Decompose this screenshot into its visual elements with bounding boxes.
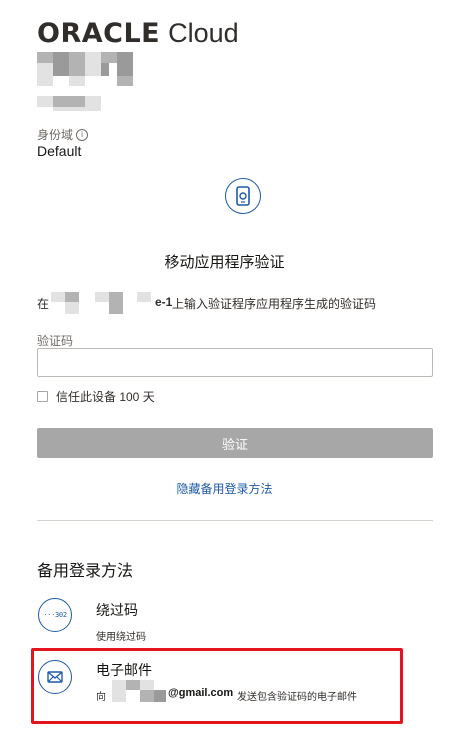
trust-device-checkbox[interactable]	[37, 391, 48, 402]
oracle-cloud-logo: ORACLE Cloud	[37, 18, 239, 52]
identity-domain-value: Default	[37, 143, 82, 159]
trust-device-row[interactable]: 信任此设备 100 天	[37, 388, 155, 405]
verification-code-input[interactable]	[37, 348, 433, 377]
highlight-box	[31, 648, 403, 724]
hide-alternate-methods-link[interactable]: 隐藏备用登录方法	[0, 480, 449, 497]
instruction-device-suffix: e-1	[155, 295, 173, 309]
bypass-code-method-desc[interactable]: 使用绕过码	[96, 628, 146, 643]
instruction-suffix: 上输入验证程序应用程序生成的验证码	[172, 297, 377, 311]
verify-button[interactable]: 验证	[37, 428, 433, 458]
alternate-methods-title: 备用登录方法	[37, 563, 134, 580]
logo-product: Cloud	[168, 18, 239, 48]
bypass-code-icon[interactable]: ···302	[38, 598, 72, 632]
logo-mark: ORACLE	[37, 18, 161, 49]
divider	[37, 520, 433, 521]
mobile-phone-icon	[225, 178, 261, 214]
identity-domain-label-text: 身份域	[37, 128, 74, 142]
trust-device-label[interactable]: 信任此设备 100 天	[56, 388, 155, 405]
verification-title: 移动应用程序验证	[164, 254, 285, 271]
identity-domain-label: 身份域 i	[37, 126, 89, 143]
instruction-prefix: 在	[37, 297, 50, 311]
bypass-code-method-title[interactable]: 绕过码	[96, 600, 138, 620]
verification-code-label: 验证码	[37, 334, 74, 348]
bypass-code-glyph: ···302	[43, 611, 67, 619]
info-icon[interactable]: i	[76, 128, 89, 141]
